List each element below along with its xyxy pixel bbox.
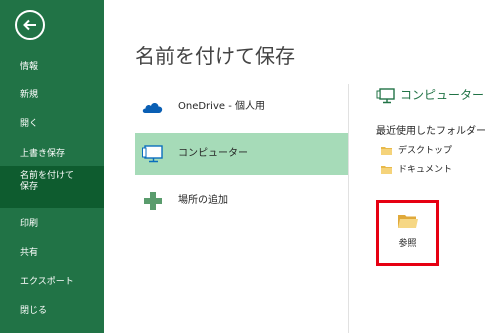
nav-item-new[interactable]: 新規 <box>0 83 104 107</box>
location-label: 場所の追加 <box>178 195 228 206</box>
computer-icon <box>376 88 395 104</box>
panel-title: コンピューター <box>400 88 485 102</box>
nav-item-save-as[interactable]: 名前を付けて 保存 <box>0 166 104 208</box>
nav-item-save[interactable]: 上書き保存 <box>0 142 104 166</box>
nav-item-print[interactable]: 印刷 <box>0 212 104 236</box>
column-divider <box>348 84 349 333</box>
location-onedrive[interactable]: OneDrive - 個人用 <box>135 86 348 128</box>
cloud-icon <box>142 103 163 113</box>
nav-item-open[interactable]: 開く <box>0 112 104 136</box>
location-label: コンピューター <box>178 148 248 159</box>
backstage-nav: 情報 新規 開く 上書き保存 名前を付けて 保存 印刷 共有 エクスポート 閉じ… <box>0 0 104 333</box>
nav-item-save-as-line1: 名前を付けて <box>20 171 75 181</box>
folder-name: デスクトップ <box>398 146 453 156</box>
plus-icon <box>144 192 162 210</box>
back-button[interactable] <box>15 10 45 40</box>
browse-label: 参照 <box>398 239 417 249</box>
arrow-left-icon <box>23 19 36 31</box>
location-computer[interactable]: コンピューター <box>135 133 348 175</box>
nav-item-export[interactable]: エクスポート <box>0 270 104 294</box>
nav-item-info[interactable]: 情報 <box>0 55 104 79</box>
location-add-place[interactable]: 場所の追加 <box>135 180 348 222</box>
nav-item-close[interactable]: 閉じる <box>0 299 104 323</box>
page-title: 名前を付けて保存 <box>135 44 295 68</box>
folder-icon <box>381 147 392 155</box>
nav-item-share[interactable]: 共有 <box>0 241 104 265</box>
location-label: OneDrive - 個人用 <box>178 101 265 112</box>
recent-folders-heading: 最近使用したフォルダー <box>376 126 486 137</box>
folder-name: ドキュメント <box>398 165 453 175</box>
folder-icon <box>381 166 392 174</box>
computer-icon <box>142 145 163 163</box>
nav-item-save-as-line2: 保存 <box>20 182 39 192</box>
browse-button[interactable]: 参照 <box>376 200 439 266</box>
folder-open-icon <box>398 215 418 228</box>
